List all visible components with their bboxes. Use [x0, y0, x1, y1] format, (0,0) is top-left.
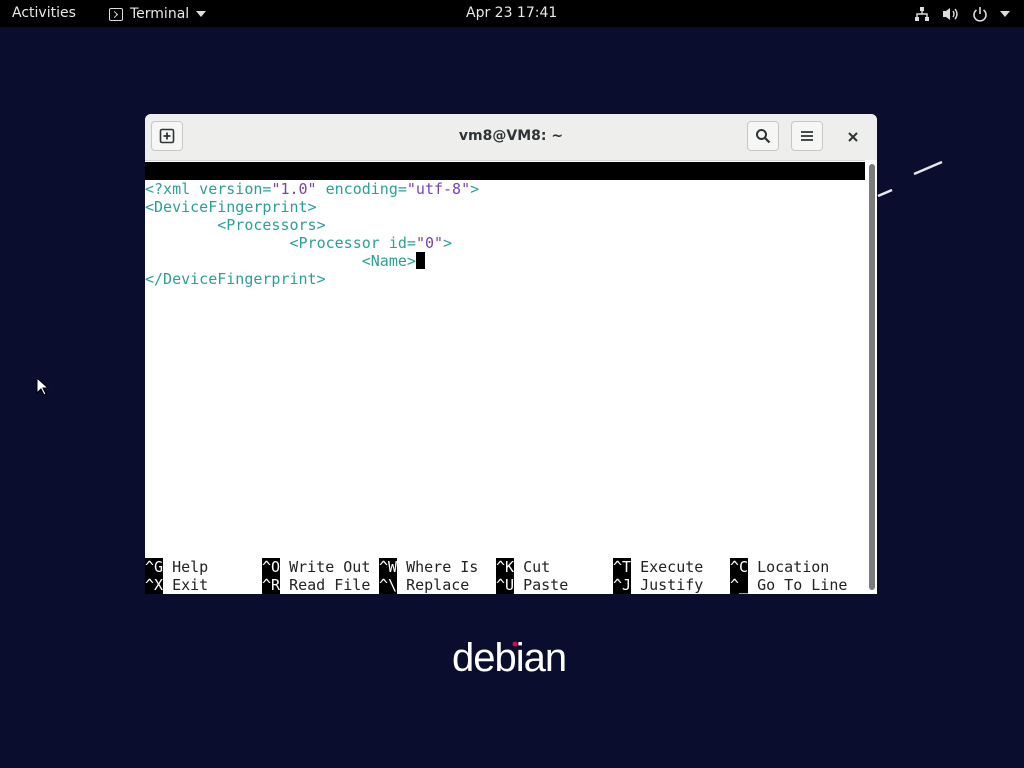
shortcut-item[interactable]: ^X Exit	[145, 576, 208, 594]
shortcut-key: ^_	[730, 576, 749, 594]
shortcut-key: ^K	[496, 558, 515, 576]
xml-token: <DeviceFingerprint>	[145, 198, 317, 216]
clock[interactable]: Apr 23 17:41	[466, 5, 557, 21]
xml-token: "0"	[415, 234, 444, 252]
window-titlebar[interactable]: vm8@VM8: ~	[145, 114, 877, 161]
close-icon	[848, 132, 858, 142]
shortcut-label: Where Is	[397, 558, 479, 576]
close-button[interactable]	[841, 126, 865, 148]
nano-editor[interactable]: GNU nano 5.4 devicefingerprint.xml * <?x…	[145, 160, 865, 594]
shortcut-label: Replace	[397, 576, 470, 594]
shortcut-key: ^U	[496, 576, 515, 594]
shortcut-item[interactable]: ^W Where Is	[379, 558, 478, 576]
editor-line[interactable]: <?xml version="1.0" encoding="utf-8">	[145, 180, 479, 198]
nano-filename: devicefingerprint.xml *	[433, 198, 641, 216]
shortcut-item[interactable]: ^_ Go To Line	[730, 576, 847, 594]
terminal-window[interactable]: vm8@VM8: ~ GNU nano 5.4 devicefingerprin…	[145, 114, 877, 594]
shortcut-label: Location	[748, 558, 830, 576]
wallpaper-stroke	[877, 160, 943, 198]
activities-button[interactable]: Activities	[12, 5, 76, 21]
shortcut-label: Execute	[631, 558, 704, 576]
shortcut-item[interactable]: ^T Execute	[613, 558, 703, 576]
shortcut-label: Go To Line	[748, 576, 848, 594]
editor-line[interactable]: </DeviceFingerprint>	[145, 270, 326, 288]
terminal-icon	[109, 7, 123, 21]
debian-logo-text: debian	[452, 636, 567, 680]
xml-token: <Processors>	[145, 216, 326, 234]
mouse-pointer-icon	[36, 377, 50, 396]
shortcut-item[interactable]: ^R Read File	[262, 576, 370, 594]
power-icon	[973, 7, 987, 22]
text-cursor	[415, 252, 425, 269]
nano-header-bar: GNU nano 5.4 devicefingerprint.xml *	[145, 162, 865, 216]
shortcut-label: Help	[163, 558, 209, 576]
shortcut-label: Exit	[163, 576, 209, 594]
editor-line[interactable]: <Name>	[145, 252, 425, 270]
xml-token: >	[470, 180, 480, 198]
chevron-down-icon	[1000, 11, 1010, 17]
scrollbar-thumb[interactable]	[869, 164, 875, 590]
editor-line[interactable]: <Processors>	[145, 216, 326, 234]
xml-token: "1.0"	[271, 180, 317, 198]
system-tray[interactable]	[914, 4, 1010, 24]
shortcut-key: ^R	[262, 576, 281, 594]
xml-token: <Processor id=	[145, 234, 416, 252]
xml-token: </DeviceFingerprint>	[145, 270, 326, 288]
app-menu[interactable]: Terminal	[109, 4, 207, 24]
shortcut-item[interactable]: ^G Help	[145, 558, 208, 576]
xml-token: <Name>	[145, 252, 416, 270]
shortcut-item[interactable]: ^K Cut	[496, 558, 550, 576]
xml-token: "utf-8"	[406, 180, 471, 198]
shortcut-label: Paste	[514, 576, 569, 594]
shortcut-label: Write Out	[280, 558, 371, 576]
shortcut-key: ^O	[262, 558, 281, 576]
editor-line[interactable]: <DeviceFingerprint>	[145, 198, 317, 216]
shortcut-key: ^G	[145, 558, 164, 576]
volume-icon	[943, 8, 958, 20]
xml-token: <?xml version=	[145, 180, 272, 198]
hamburger-menu-button[interactable]	[791, 121, 823, 151]
shortcut-label: Read File	[280, 576, 371, 594]
shortcut-key: ^W	[379, 558, 398, 576]
chevron-down-icon	[196, 11, 207, 17]
shortcut-item[interactable]: ^C Location	[730, 558, 829, 576]
shortcut-key: ^C	[730, 558, 749, 576]
shortcut-label: Justify	[631, 576, 704, 594]
shortcut-key: ^J	[613, 576, 632, 594]
app-menu-label: Terminal	[130, 6, 190, 22]
shortcut-key: ^T	[613, 558, 632, 576]
shortcut-item[interactable]: ^O Write Out	[262, 558, 370, 576]
shortcut-label: Cut	[514, 558, 551, 576]
shortcut-item[interactable]: ^U Paste	[496, 576, 568, 594]
shortcut-item[interactable]: ^J Justify	[613, 576, 703, 594]
hamburger-icon	[801, 131, 813, 141]
shortcut-item[interactable]: ^\ Replace	[379, 576, 469, 594]
search-icon	[756, 129, 771, 144]
network-icon	[915, 7, 929, 21]
shortcut-key: ^X	[145, 576, 164, 594]
xml-token: >	[443, 234, 453, 252]
search-button[interactable]	[747, 121, 779, 151]
top-bar: Activities Terminal Apr 23 17:41	[0, 0, 1024, 27]
shortcut-key: ^\	[379, 576, 398, 594]
editor-line[interactable]: <Processor id="0">	[145, 234, 452, 252]
xml-token: encoding=	[316, 180, 407, 198]
